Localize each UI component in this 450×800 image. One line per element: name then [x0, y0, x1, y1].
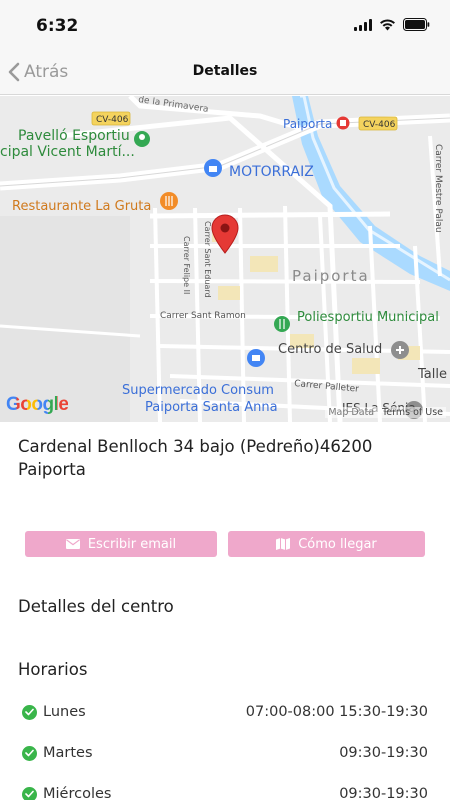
schedule-hours: 07:00-08:00 15:30-19:30	[245, 704, 428, 720]
map-label-pavello-2: cipal Vicent Martí...	[0, 144, 135, 160]
cellular-signal-icon	[354, 18, 372, 31]
map-label-cv406-right: CV-406	[363, 120, 396, 130]
directions-button[interactable]: Cómo llegar	[228, 531, 425, 557]
schedule-day: Martes	[43, 745, 93, 761]
map-label-cv406-left: CV-406	[96, 115, 129, 125]
page-title: Detalles	[192, 63, 258, 79]
check-icon	[22, 786, 37, 800]
envelope-icon	[65, 539, 80, 549]
schedule-hours: 09:30-19:30	[339, 745, 428, 761]
check-icon	[22, 704, 37, 720]
map-label-talle: Talle	[417, 367, 447, 382]
wifi-icon	[380, 19, 395, 31]
navigation-bar: Atrás Detalles	[0, 50, 450, 95]
schedule-row: Miércoles 09:30-19:30	[22, 782, 428, 800]
google-logo-text: Google	[6, 394, 69, 415]
directions-label: Cómo llegar	[298, 536, 377, 552]
google-logo: Google	[6, 394, 69, 416]
map-view[interactable]: CV-406 CV-406 de la Primavera Pavelló Es…	[0, 96, 450, 422]
status-icons	[354, 18, 430, 31]
write-email-button[interactable]: Escribir email	[25, 531, 217, 557]
map-data-label: Map Data	[328, 407, 375, 418]
map-label-centro-salud: Centro de Salud	[278, 342, 382, 357]
hours-section-title: Horarios	[18, 660, 88, 679]
status-time: 6:32	[36, 16, 79, 36]
map-label-pavello-1: Pavelló Esportiu	[18, 128, 130, 144]
schedule-day: Lunes	[43, 704, 86, 720]
details-section-title: Detalles del centro	[18, 597, 174, 616]
map-label-super-1: Supermercado Consum	[122, 383, 274, 398]
write-email-label: Escribir email	[87, 536, 177, 552]
map-attribution: Map Data Terms of Use	[325, 407, 446, 418]
schedule-hours: 09:30-19:30	[339, 786, 428, 800]
map-label-paiporta-town: Paiporta	[292, 267, 370, 285]
schedule-row: Martes 09:30-19:30	[22, 741, 428, 765]
map-label-carrer-sant-ramon: Carrer Sant Ramon	[160, 311, 246, 321]
map-label-carrer-felipe: Carrer Felipe II	[182, 236, 191, 294]
map-label-super-2: Paiporta Santa Anna	[145, 400, 278, 415]
map-label-paiporta-station: Paiporta	[283, 117, 332, 131]
check-icon	[22, 745, 37, 761]
battery-icon	[403, 18, 430, 31]
schedule-row: Lunes 07:00-08:00 15:30-19:30	[22, 700, 428, 724]
location-pin-icon	[211, 214, 239, 254]
map-label-restaurante: Restaurante La Gruta	[12, 199, 151, 214]
map-label-carrer-mestre-palau: Carrer Mestre Palau	[433, 144, 443, 233]
map-icon	[276, 538, 291, 550]
status-bar: 6:32	[0, 0, 450, 50]
map-canvas: CV-406 CV-406 de la Primavera Pavelló Es…	[0, 96, 450, 422]
terms-of-use-link[interactable]: Terms of Use	[382, 407, 443, 418]
map-label-motorraiz: MOTORRAIZ	[229, 164, 314, 180]
map-label-poliesportiu: Poliesportiu Municipal	[297, 310, 439, 325]
schedule-day: Miércoles	[43, 786, 112, 800]
center-address: Cardenal Benlloch 34 bajo (Pedreño)46200…	[18, 437, 373, 479]
